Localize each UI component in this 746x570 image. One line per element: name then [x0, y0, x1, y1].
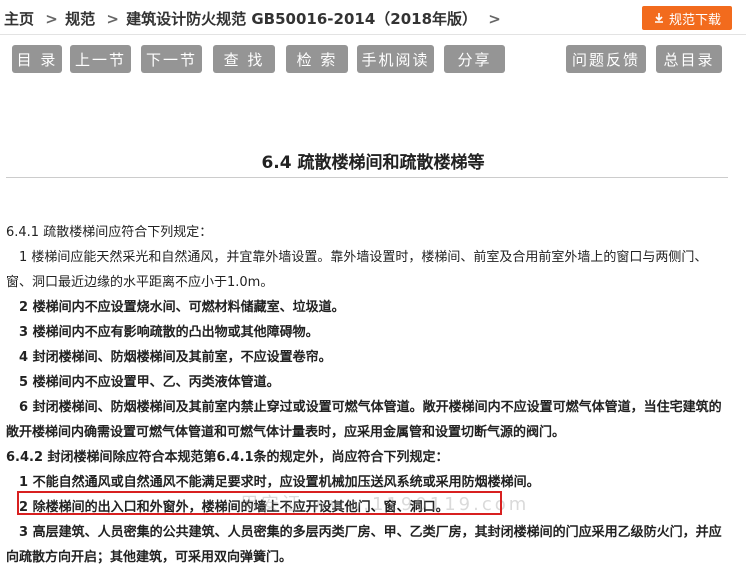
clause-item: 1 楼梯间应能天然采光和自然通风，并宜靠外墙设置。靠外墙设置时，楼梯间、前室及合… [6, 250, 708, 290]
clause-heading: 6.4.1 疏散楼梯间应符合下列规定： [6, 225, 213, 240]
find-button[interactable]: 查 找 [213, 45, 275, 73]
prev-section-button[interactable]: 上一节 [70, 45, 131, 73]
breadcrumb-home[interactable]: 主页 [4, 10, 34, 28]
article-body: 6.4.1 疏散楼梯间应符合下列规定： 1 楼梯间应能天然采光和自然通风，并宜靠… [6, 220, 731, 570]
download-icon [654, 13, 663, 23]
breadcrumb-section[interactable]: 规范 [65, 10, 95, 28]
catalog-button[interactable]: 目 录 [12, 45, 62, 73]
clause-item: 4 封闭楼梯间、防烟楼梯间及其前室，不应设置卷帘。 [19, 350, 332, 365]
highlight-box [17, 491, 502, 515]
clause-item: 3 楼梯间内不应有影响疏散的凸出物或其他障碍物。 [19, 325, 319, 340]
download-label: 规范下载 [668, 12, 721, 28]
clause-item: 2 楼梯间内不应设置烧水间、可燃材料储藏室、垃圾道。 [19, 300, 345, 315]
clause-item: 6 封闭楼梯间、防烟楼梯间及其前室内禁止穿过或设置可燃气体管道。敞开楼梯间内不应… [6, 400, 722, 440]
page-title: 6.4 疏散楼梯间和疏散楼梯等 [261, 153, 485, 173]
feedback-button[interactable]: 问题反馈 [566, 45, 646, 73]
search-button[interactable]: 检 索 [286, 45, 348, 73]
download-button[interactable]: 规范下载 [642, 6, 732, 30]
clause-heading: 6.4.2 封闭楼梯间除应符合本规范第6.4.1条的规定外，尚应符合下列规定： [6, 450, 449, 465]
mobile-read-button[interactable]: 手机阅读 [357, 45, 434, 73]
breadcrumb-doc[interactable]: 建筑设计防火规范 GB50016-2014（2018年版） [126, 10, 477, 28]
header-divider [0, 34, 746, 35]
toolbar: 目 录 上一节 下一节 查 找 检 索 手机阅读 分享 问题反馈 总目录 [0, 45, 746, 73]
next-section-button[interactable]: 下一节 [141, 45, 202, 73]
clause-item: 3 高层建筑、人员密集的公共建筑、人员密集的多层丙类厂房、甲、乙类厂房，其封闭楼… [6, 525, 722, 565]
breadcrumb: 主页 > 规范 > 建筑设计防火规范 GB50016-2014（2018年版） … [4, 8, 503, 29]
breadcrumb-separator: > [45, 10, 58, 28]
toc-button[interactable]: 总目录 [656, 45, 722, 73]
title-divider [6, 177, 728, 178]
share-button[interactable]: 分享 [444, 45, 505, 73]
breadcrumb-separator: > [488, 10, 501, 28]
clause-item: 5 楼梯间内不应设置甲、乙、丙类液体管道。 [19, 375, 280, 390]
breadcrumb-separator: > [106, 10, 119, 28]
